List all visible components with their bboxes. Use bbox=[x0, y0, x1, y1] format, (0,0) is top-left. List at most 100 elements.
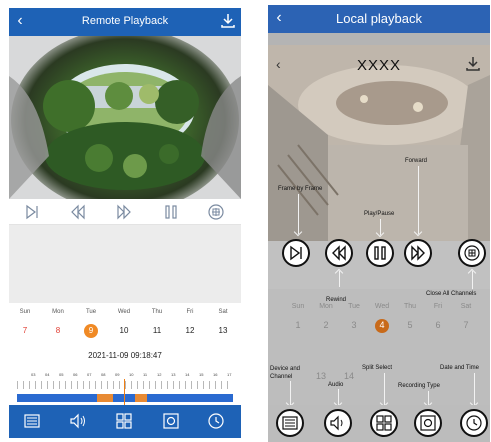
page-title: Remote Playback bbox=[81, 15, 169, 27]
app-header: ‹ Local playback bbox=[268, 5, 490, 33]
weekday-label: Sun bbox=[19, 309, 31, 315]
download-icon[interactable] bbox=[221, 13, 235, 29]
split-select-icon[interactable] bbox=[115, 412, 133, 430]
recording-type-button[interactable] bbox=[414, 409, 442, 437]
arrow-up-icon bbox=[339, 271, 340, 287]
video-view[interactable]: ‹ XXXX Frame by Frame Forward Play/Pause bbox=[268, 45, 490, 241]
weekday-label: Sat bbox=[218, 309, 228, 315]
weekday-label: Wed bbox=[374, 303, 390, 310]
arrow-down-icon bbox=[418, 166, 419, 234]
device-channel-icon bbox=[282, 416, 298, 430]
date-picker: Rewind Close All Channels Sun Mon Tue We… bbox=[268, 289, 490, 359]
forward-button[interactable] bbox=[404, 239, 432, 267]
timeline-label: 09 bbox=[115, 372, 120, 377]
day-cell[interactable]: 6 bbox=[424, 320, 452, 330]
timeline-label: 11 bbox=[143, 372, 148, 377]
frame-by-frame-icon bbox=[290, 245, 302, 261]
day-cell[interactable]: 14 bbox=[344, 371, 354, 381]
timeline-label: 17 bbox=[227, 372, 232, 377]
date-time-icon bbox=[466, 415, 482, 431]
weekday-label: Thu bbox=[403, 303, 417, 310]
playback-controls bbox=[9, 199, 241, 225]
video-view[interactable] bbox=[9, 36, 241, 199]
date-time-button[interactable] bbox=[460, 409, 488, 437]
timeline-label: 04 bbox=[45, 372, 50, 377]
day-cell-selected[interactable]: 4 bbox=[368, 320, 396, 330]
rewind-icon bbox=[332, 245, 346, 261]
frame-by-frame-button[interactable] bbox=[282, 239, 310, 267]
day-cell[interactable]: 2 bbox=[312, 320, 340, 330]
day-cell-selected[interactable]: 9 bbox=[75, 323, 107, 339]
arrow-up-icon bbox=[472, 271, 473, 291]
day-cell[interactable]: 8 bbox=[42, 323, 74, 339]
weekday-label: Sat bbox=[460, 303, 472, 310]
arrow-down-icon bbox=[384, 373, 385, 405]
annotation-forward: Forward bbox=[405, 158, 428, 164]
device-channel-button[interactable] bbox=[276, 409, 304, 437]
sub-header: ‹ XXXX bbox=[268, 47, 490, 81]
forward-icon[interactable] bbox=[115, 203, 133, 221]
timeline-labels: 03 04 05 06 07 08 09 10 11 12 13 14 15 1… bbox=[9, 372, 241, 380]
day-cell[interactable]: 13 bbox=[207, 323, 239, 339]
arrow-down-icon bbox=[338, 389, 339, 405]
date-time-icon[interactable] bbox=[207, 412, 225, 430]
close-all-channels-button[interactable] bbox=[458, 239, 486, 267]
day-cell[interactable]: 12 bbox=[174, 323, 206, 339]
annotation-close-all: Close All Channels bbox=[426, 291, 477, 297]
alarm-segment bbox=[135, 394, 147, 402]
weekday-label: Mon bbox=[319, 303, 333, 310]
weekday-label: Fri bbox=[186, 309, 194, 315]
weekday-label: Mon bbox=[52, 309, 64, 315]
day-cell[interactable]: 11 bbox=[141, 323, 173, 339]
day-cell[interactable]: 7 bbox=[452, 320, 480, 330]
recording-type-icon bbox=[420, 415, 436, 431]
day-cell[interactable]: 5 bbox=[396, 320, 424, 330]
split-select-button[interactable] bbox=[370, 409, 398, 437]
play-pause-icon[interactable] bbox=[162, 203, 180, 221]
playback-controls bbox=[268, 239, 490, 291]
download-icon[interactable] bbox=[466, 56, 480, 72]
recording-type-icon[interactable] bbox=[162, 412, 180, 430]
timeline-label: 10 bbox=[129, 372, 134, 377]
day-row: 7 8 9 10 11 12 13 bbox=[9, 323, 241, 339]
timeline-cursor[interactable] bbox=[124, 379, 125, 405]
remote-playback-screen: ‹ Remote Playback Sun Mon Tue Wed Thu Fr… bbox=[9, 8, 241, 438]
device-channel-icon[interactable] bbox=[23, 412, 41, 430]
arrow-down-icon bbox=[380, 219, 381, 235]
day-cell[interactable]: 13 bbox=[316, 371, 326, 381]
timeline-label: 03 bbox=[31, 372, 36, 377]
weekday-label: Tue bbox=[85, 309, 97, 315]
alarm-segment bbox=[97, 394, 113, 402]
annotation-frame-by-frame: Frame by Frame bbox=[278, 186, 323, 192]
app-header: ‹ Remote Playback bbox=[9, 8, 241, 36]
close-all-channels-icon[interactable] bbox=[207, 203, 225, 221]
day-cell[interactable]: 1 bbox=[284, 320, 312, 330]
forward-icon bbox=[411, 245, 425, 261]
annotation-split-select: Split Select bbox=[362, 365, 393, 371]
audio-icon[interactable] bbox=[69, 412, 87, 430]
lower-area: 13 14 Device and Channel Audio Split Sel… bbox=[268, 359, 490, 405]
status-strip bbox=[268, 33, 490, 45]
audio-button[interactable] bbox=[324, 409, 352, 437]
day-cell[interactable]: 7 bbox=[9, 323, 41, 339]
rewind-button[interactable] bbox=[325, 239, 353, 267]
audio-icon bbox=[330, 415, 343, 431]
timeline-label: 14 bbox=[185, 372, 190, 377]
frame-by-frame-icon[interactable] bbox=[23, 203, 41, 221]
day-cell[interactable]: 10 bbox=[108, 323, 140, 339]
timeline-ticks bbox=[17, 381, 233, 389]
timeline[interactable]: 03 04 05 06 07 08 09 10 11 12 13 14 15 1… bbox=[9, 369, 241, 405]
device-name: XXXX bbox=[356, 57, 402, 74]
page-title: Local playback bbox=[336, 11, 422, 26]
current-datetime: 2021-11-09 09:18:47 bbox=[88, 351, 162, 360]
day-cell[interactable]: 3 bbox=[340, 320, 368, 330]
timeline-label: 15 bbox=[199, 372, 204, 377]
recording-bar bbox=[17, 394, 233, 402]
annotation-play-pause: Play/Pause bbox=[364, 211, 395, 217]
annotation-audio: Audio bbox=[328, 382, 344, 388]
rewind-icon[interactable] bbox=[69, 203, 87, 221]
close-all-channels-icon bbox=[464, 245, 480, 261]
weekday-label: Wed bbox=[117, 309, 131, 315]
play-pause-button[interactable] bbox=[366, 239, 394, 267]
empty-channel-area bbox=[9, 225, 241, 303]
